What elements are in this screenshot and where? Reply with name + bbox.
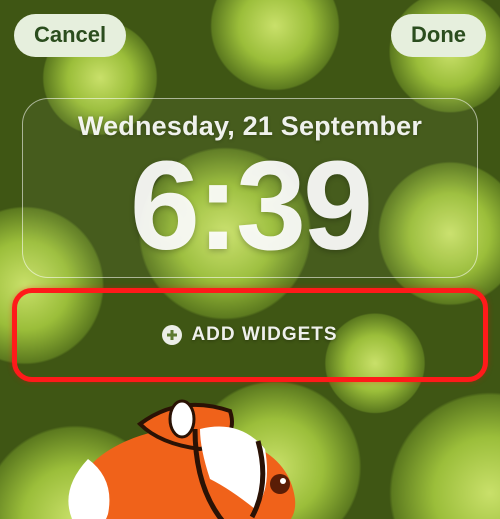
clownfish-wallpaper-subject bbox=[60, 389, 300, 519]
editor-topbar: Cancel Done bbox=[14, 14, 486, 57]
plus-circle-icon bbox=[162, 325, 182, 345]
clock-widget-frame[interactable]: Wednesday, 21 September 6:39 bbox=[22, 98, 478, 278]
lockscreen-time: 6:39 bbox=[33, 142, 467, 271]
lock-screen-editor: Cancel Done Wednesday, 21 September 6:39… bbox=[0, 0, 500, 519]
cancel-button[interactable]: Cancel bbox=[14, 14, 126, 57]
done-button[interactable]: Done bbox=[391, 14, 486, 57]
add-widgets-slot[interactable]: ADD WIDGETS bbox=[12, 288, 488, 382]
add-widgets-label: ADD WIDGETS bbox=[191, 324, 337, 346]
